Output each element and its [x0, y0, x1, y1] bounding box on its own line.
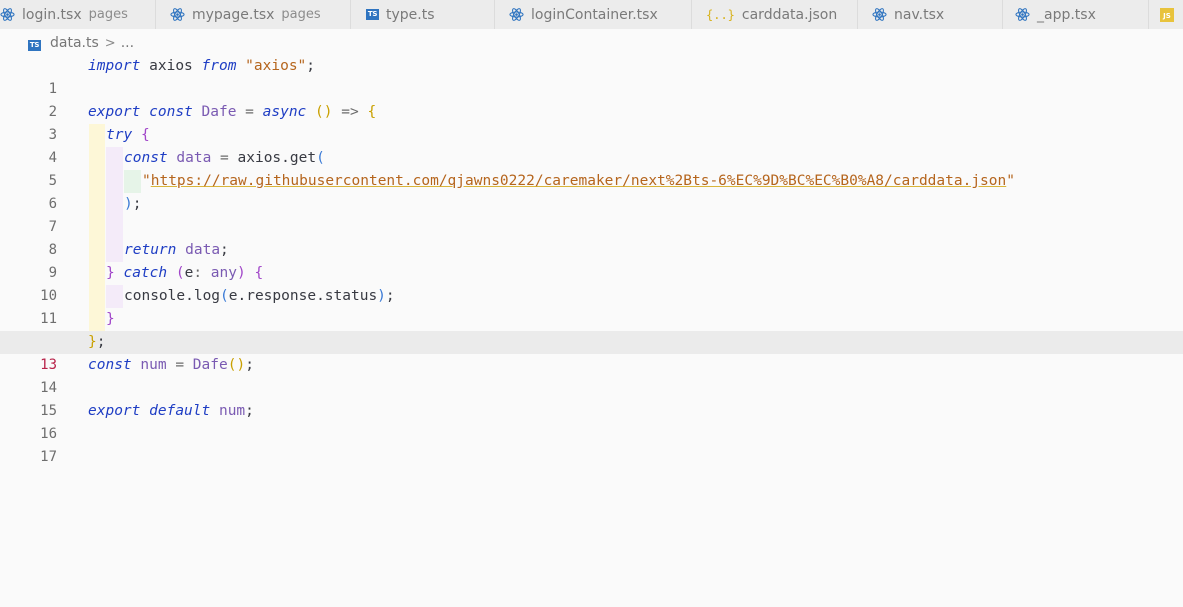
- editor-tab-bar: login.tsx pages mypage.tsx pages TS type…: [0, 0, 1183, 29]
- code-line[interactable]: 5 const data = axios.get(: [0, 147, 1183, 189]
- tab-label: type.ts: [386, 6, 435, 23]
- typescript-icon: TS: [366, 9, 379, 20]
- code-line[interactable]: 12 }: [0, 308, 1183, 350]
- tab-type-ts[interactable]: TS type.ts: [351, 0, 495, 29]
- code-line-current[interactable]: 13 };: [0, 331, 1183, 373]
- code-line[interactable]: 9 return data;: [0, 239, 1183, 281]
- tab-label: login.tsx: [22, 6, 82, 23]
- code-line[interactable]: 16 export default num;: [0, 400, 1183, 442]
- code-line[interactable]: 4 try {: [0, 124, 1183, 166]
- react-icon: [170, 7, 185, 22]
- code-line[interactable]: 6 "https://raw.githubusercontent.com/qja…: [0, 170, 1183, 212]
- url-link[interactable]: https://raw.githubusercontent.com/qjawns…: [151, 173, 1007, 189]
- tab-mypage-tsx[interactable]: mypage.tsx pages: [156, 0, 351, 29]
- react-icon: [0, 7, 15, 22]
- tab-nav-tsx[interactable]: nav.tsx: [858, 0, 1003, 29]
- tab-js-file[interactable]: JS: [1149, 0, 1183, 29]
- tab-label: loginContainer.tsx: [531, 6, 658, 23]
- code-line[interactable]: 17: [0, 423, 1183, 465]
- tab-description: pages: [281, 7, 321, 22]
- breadcrumb-file[interactable]: data.ts: [50, 35, 99, 51]
- chevron-right-icon: >: [104, 35, 116, 51]
- code-line[interactable]: 11 console.log(e.response.status);: [0, 285, 1183, 327]
- code-line[interactable]: 8: [0, 216, 1183, 258]
- tab-login-tsx[interactable]: login.tsx pages: [0, 0, 156, 29]
- code-line[interactable]: 15: [0, 377, 1183, 419]
- code-line[interactable]: 10 } catch (e: any) {: [0, 262, 1183, 304]
- react-icon: [509, 7, 524, 22]
- tab-carddata-json[interactable]: {..} carddata.json: [692, 0, 858, 29]
- javascript-icon: JS: [1160, 7, 1174, 22]
- typescript-icon: TS: [28, 40, 41, 51]
- code-line[interactable]: 14 const num = Dafe();: [0, 354, 1183, 396]
- code-line[interactable]: 1 import axios from "axios";: [0, 55, 1183, 97]
- tab-app-tsx[interactable]: _app.tsx: [1003, 0, 1149, 29]
- tab-logincontainer-tsx[interactable]: loginContainer.tsx: [495, 0, 692, 29]
- code-line[interactable]: 7 );: [0, 193, 1183, 235]
- tab-description: pages: [88, 7, 128, 22]
- tab-label: carddata.json: [741, 6, 838, 23]
- tab-label: nav.tsx: [894, 6, 945, 23]
- react-icon: [872, 7, 887, 22]
- breadcrumb: TS data.ts > ...: [28, 33, 134, 53]
- breadcrumb-more[interactable]: ...: [121, 35, 134, 51]
- react-icon: [1015, 7, 1030, 22]
- json-icon: {..}: [706, 7, 735, 22]
- tab-label: _app.tsx: [1037, 6, 1096, 23]
- tab-label: mypage.tsx: [192, 6, 275, 23]
- code-line[interactable]: 2: [0, 78, 1183, 120]
- line-number: 17: [40, 449, 57, 465]
- code-line[interactable]: 3 export const Dafe = async () => {: [0, 101, 1183, 143]
- code-editor[interactable]: 1 import axios from "axios"; 2 3 export …: [0, 55, 1183, 465]
